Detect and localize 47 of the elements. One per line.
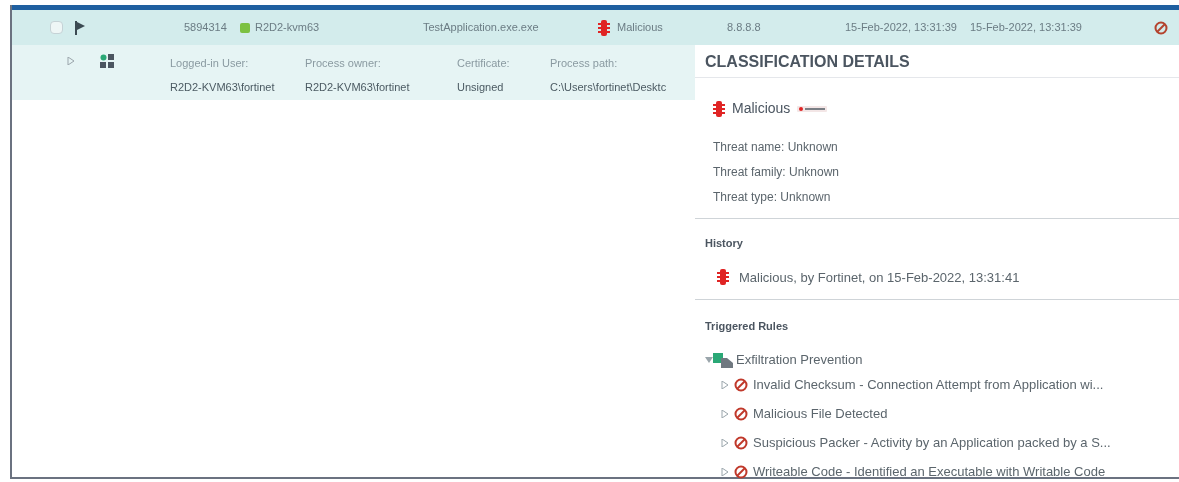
tree-toggle[interactable]	[721, 410, 729, 418]
section-heading: Triggered Rules	[705, 319, 790, 334]
process-name: TestApplication.exe.exe	[423, 20, 540, 36]
first-seen: 15-Feb-2022, 13:31:39	[845, 20, 958, 36]
classification-label: Malicious	[732, 99, 791, 118]
tree-toggle[interactable]	[705, 355, 713, 364]
rule-name: Invalid Checksum - Connection Attempt from Application wi...	[753, 376, 1104, 395]
last-seen: 15-Feb-2022, 13:31:39	[970, 20, 1083, 36]
field-value: Unsigned	[457, 79, 505, 95]
tree-toggle[interactable]	[721, 439, 729, 447]
field-value: R2D2-KVM63\fortinet	[170, 79, 276, 95]
flag-icon[interactable]	[75, 20, 85, 35]
policy-icon	[713, 351, 733, 368]
rule-name: Malicious File Detected	[753, 405, 888, 424]
rule-group-name: Exfiltration Prevention	[736, 350, 863, 369]
threat-icon	[717, 269, 729, 286]
classification-label: Malicious	[617, 20, 664, 36]
threat-icon	[713, 100, 725, 117]
device-name: R2D2-kvm63	[255, 20, 321, 36]
history-entry: Malicious, by Fortinet, on 15-Feb-2022, 13:31:41	[739, 268, 1020, 287]
threat-detail: Threat name: Unknown	[713, 139, 839, 156]
field-label: Certificate:	[457, 56, 511, 71]
tree-toggle[interactable]	[721, 381, 729, 389]
field-value: C:\Users\fortinet\Desktc	[550, 79, 668, 95]
row-checkbox[interactable]	[50, 21, 63, 34]
field-label: Process owner:	[305, 56, 382, 71]
tree-toggle[interactable]	[721, 468, 729, 476]
block-icon	[734, 378, 748, 392]
threat-detail: Threat type: Unknown	[713, 189, 832, 206]
section-heading: History	[705, 236, 744, 251]
threat-icon	[598, 19, 610, 36]
field-value: R2D2-KVM63\fortinet	[305, 79, 411, 95]
panel-title: CLASSIFICATION DETAILS	[695, 45, 1179, 78]
block-icon	[734, 465, 748, 479]
threat-detail: Threat family: Unknown	[713, 164, 841, 181]
field-label: Process path:	[550, 56, 619, 71]
vendor-logo-icon	[797, 104, 828, 113]
destination-ip: 8.8.8.8	[727, 20, 762, 36]
expand-toggle[interactable]	[67, 57, 75, 65]
field-label: Logged-in User:	[170, 56, 250, 71]
rule-name: Writeable Code - Identified an Executable with Writable Code	[753, 463, 1106, 482]
rule-name: Suspicious Packer - Activity by an Application packed by a S...	[753, 434, 1111, 453]
block-icon	[1154, 20, 1168, 35]
block-icon	[734, 436, 748, 450]
block-icon	[734, 407, 748, 421]
process-tree-icon[interactable]	[100, 54, 114, 68]
event-id: 5894314	[184, 20, 228, 36]
